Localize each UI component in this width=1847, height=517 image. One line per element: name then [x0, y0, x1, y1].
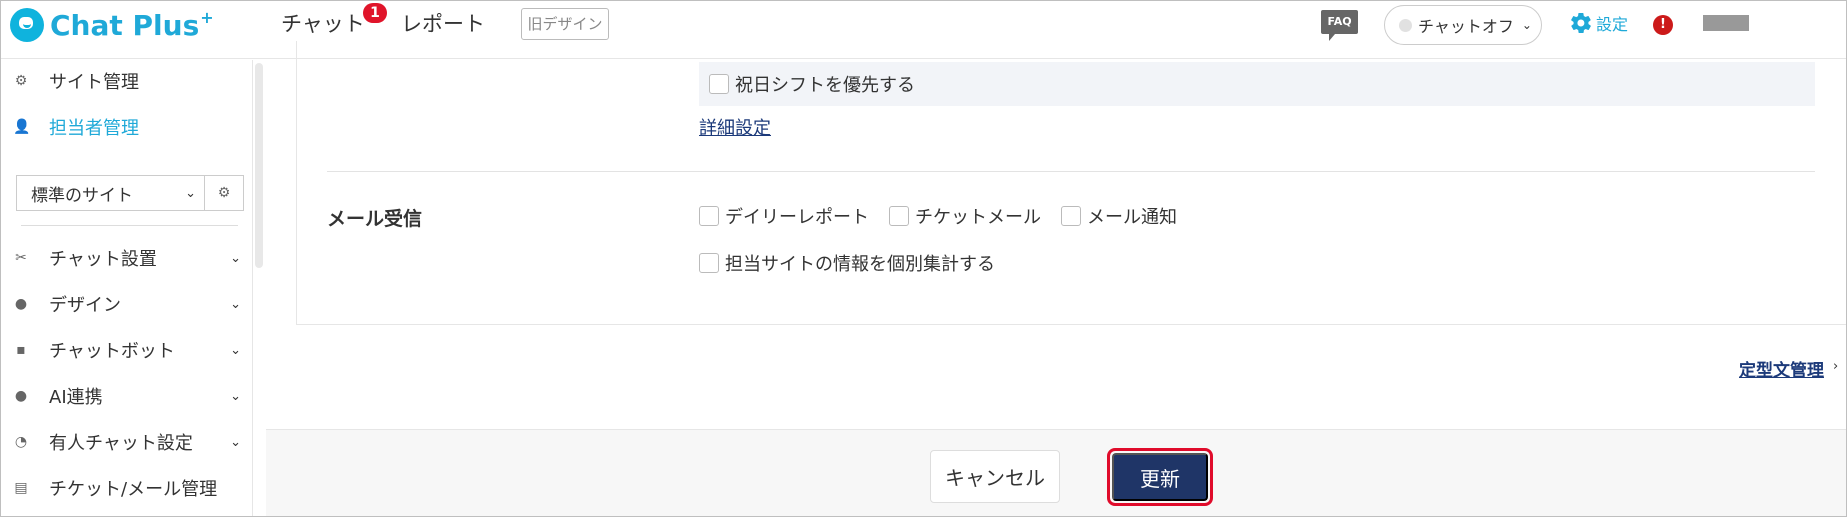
- old-design-button[interactable]: 旧デザイン: [521, 8, 609, 40]
- template-message-link[interactable]: 定型文管理: [1739, 356, 1824, 381]
- update-button[interactable]: 更新: [1112, 453, 1208, 501]
- holiday-shift-option[interactable]: 祝日シフトを優先する: [699, 62, 1815, 106]
- ticket-mail-label: チケットメール: [915, 207, 1041, 228]
- sidebar-item-label: 担当者管理: [49, 118, 139, 139]
- site-select[interactable]: 標準のサイト ⌄: [16, 175, 204, 211]
- ticket-mail-checkbox[interactable]: [889, 206, 909, 226]
- aggregate-checkbox[interactable]: [699, 253, 719, 273]
- user-gear-icon: 👤: [13, 119, 31, 135]
- chevron-right-icon: ›: [1833, 359, 1839, 374]
- daily-report-label: デイリーレポート: [725, 207, 869, 228]
- logo-text: Chat Plus: [50, 8, 200, 42]
- sidebar-item-design[interactable]: ● デザイン ⌄: [13, 289, 241, 319]
- site-settings-button[interactable]: ⚙: [204, 175, 244, 211]
- chat-status-dropdown[interactable]: チャットオフ ⌄: [1384, 5, 1542, 45]
- mail-receive-label: メール受信: [327, 208, 423, 230]
- gear-icon: [1571, 12, 1591, 34]
- chevron-down-icon: ⌄: [230, 296, 241, 312]
- chevron-down-icon: ⌄: [1521, 18, 1532, 32]
- user-avatar[interactable]: [1703, 15, 1749, 31]
- sidebar-item-staff-manage[interactable]: 👤 担当者管理: [13, 112, 241, 142]
- sidebar-item-ai[interactable]: ● AI連携 ⌄: [13, 381, 241, 411]
- sidebar-item-label: チケット/メール管理: [49, 479, 218, 500]
- tools-icon: ✂: [15, 250, 27, 266]
- chat-notification-badge: 1: [363, 3, 387, 23]
- detail-settings-link[interactable]: 詳細設定: [699, 114, 771, 140]
- alert-icon[interactable]: !: [1653, 15, 1673, 35]
- chevron-down-icon: ⌄: [230, 250, 241, 266]
- section-divider: [327, 171, 1815, 172]
- status-dot-icon: [1399, 18, 1412, 32]
- sidebar-item-label: サイト管理: [49, 72, 139, 93]
- chat-bubble-icon: ▪: [16, 342, 26, 358]
- cancel-button[interactable]: キャンセル: [930, 450, 1060, 503]
- holiday-shift-label: 祝日シフトを優先する: [735, 75, 915, 96]
- mail-notification-label: メール通知: [1087, 207, 1177, 228]
- daily-report-checkbox[interactable]: [699, 206, 719, 226]
- nav-chat[interactable]: チャット: [281, 9, 365, 39]
- chat-status-label: チャットオフ: [1418, 17, 1514, 36]
- settings-link[interactable]: 設定: [1569, 11, 1628, 35]
- site-select-value: 標準のサイト: [31, 185, 133, 206]
- mail-notification-option[interactable]: メール通知: [1061, 203, 1177, 229]
- mail-options-row: デイリーレポート チケットメール メール通知: [699, 203, 1197, 229]
- brain-icon: ●: [14, 388, 28, 404]
- aggregate-option[interactable]: 担当サイトの情報を個別集計する: [699, 250, 995, 276]
- sidebar-item-label: チャット設置: [49, 249, 157, 270]
- sidebar-item-label: デザイン: [49, 295, 121, 316]
- sidebar-item-ticket-mail[interactable]: ▤ チケット/メール管理: [13, 473, 241, 503]
- nav-report[interactable]: レポート: [401, 9, 485, 39]
- sidebar-item-chat-setup[interactable]: ✂ チャット設置 ⌄: [13, 243, 241, 273]
- sidebar-item-label: AI連携: [49, 387, 103, 408]
- sidebar-item-label: チャットボット: [49, 341, 175, 362]
- sidebar-divider: [21, 225, 238, 226]
- chevron-down-icon: ⌄: [230, 388, 241, 404]
- gear-icon: ⚙: [14, 73, 28, 89]
- mail-notification-checkbox[interactable]: [1061, 206, 1081, 226]
- headset-icon: ◔: [14, 434, 28, 450]
- sidebar-scrollbar[interactable]: [255, 63, 263, 268]
- chevron-down-icon: ⌄: [185, 185, 196, 201]
- logo-sup: +: [200, 7, 214, 27]
- chevron-down-icon: ⌄: [230, 342, 241, 358]
- sidebar-item-chatbot[interactable]: ▪ チャットボット ⌄: [13, 335, 241, 365]
- ticket-mail-option[interactable]: チケットメール: [889, 203, 1041, 229]
- faq-icon[interactable]: FAQ: [1321, 10, 1358, 41]
- app-window: Chat Plus + チャット 1 レポート 旧デザイン FAQ チャットオフ …: [0, 0, 1847, 517]
- holiday-shift-checkbox[interactable]: [709, 74, 729, 94]
- daily-report-option[interactable]: デイリーレポート: [699, 203, 869, 229]
- sidebar-item-label: 有人チャット設定: [49, 433, 193, 454]
- settings-label: 設定: [1596, 15, 1629, 34]
- gear-icon: ⚙: [217, 185, 231, 201]
- list-icon: ▤: [14, 480, 28, 496]
- chevron-down-icon: ⌄: [230, 434, 241, 450]
- sidebar-item-manned-chat[interactable]: ◔ 有人チャット設定 ⌄: [13, 427, 241, 457]
- chat-plus-logo-icon: [10, 8, 44, 42]
- palette-icon: ●: [14, 296, 28, 312]
- logo[interactable]: Chat Plus +: [10, 5, 214, 45]
- sidebar-item-site-manage[interactable]: ⚙ サイト管理: [13, 66, 241, 96]
- aggregate-label: 担当サイトの情報を個別集計する: [725, 254, 995, 275]
